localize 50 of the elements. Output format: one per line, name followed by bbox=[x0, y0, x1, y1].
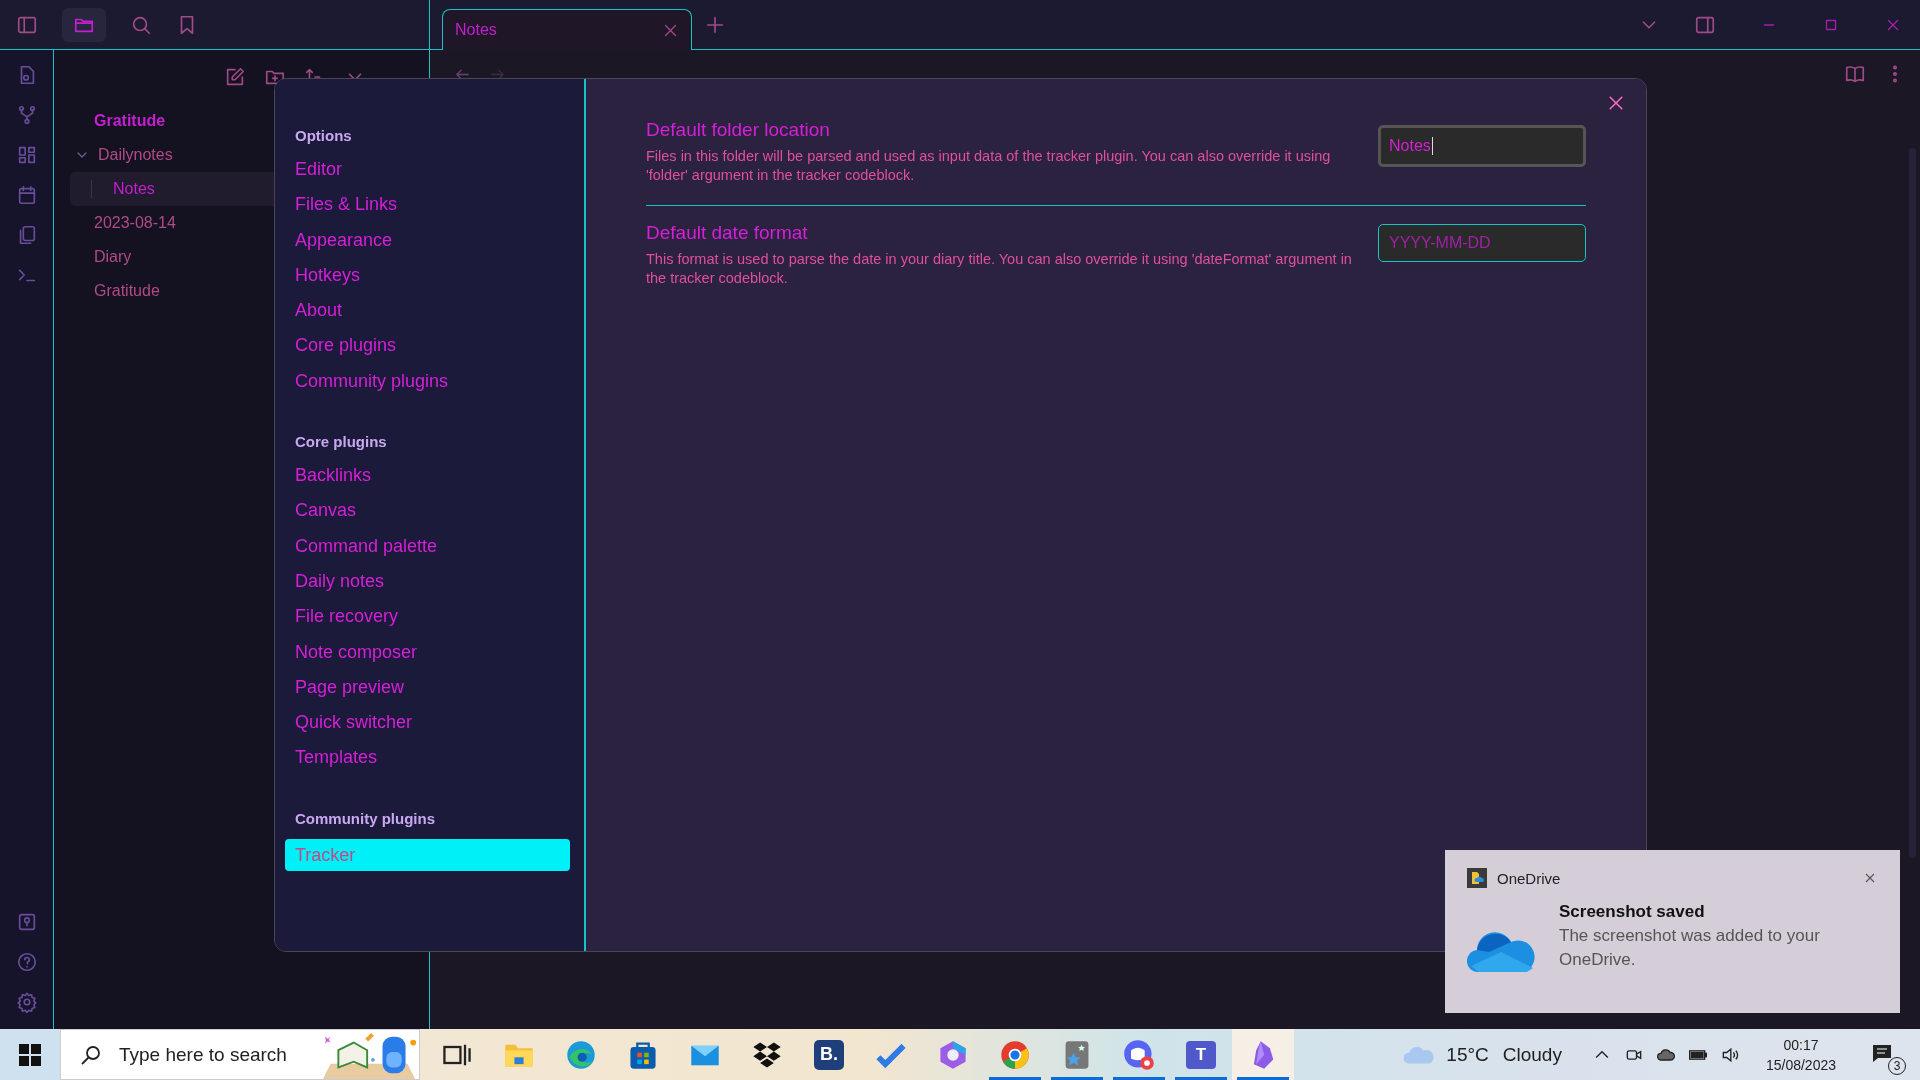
clock[interactable]: 00:17 15/08/2023 bbox=[1765, 1034, 1836, 1075]
text-field[interactable]: Notes bbox=[1378, 125, 1586, 167]
setting-description: Files in this folder will be parsed and used as input data of the tracker plugin. You can also override it using 'folder' argument in the tracker codeblock. bbox=[646, 147, 1332, 185]
windows-logo-icon bbox=[19, 1043, 41, 1066]
settings-nav-item[interactable]: Appearance bbox=[285, 222, 570, 258]
teams-app-icon: T bbox=[1186, 1040, 1216, 1069]
book-icon[interactable] bbox=[1844, 63, 1866, 85]
setting-description: This format is used to parse the date in your diary title. You can also override it using 'dateFormat' argument in the tracker codeblock. bbox=[646, 250, 1353, 288]
settings-nav-item[interactable]: Community plugins bbox=[285, 363, 570, 400]
notification-center-button[interactable]: 3 bbox=[1866, 1034, 1906, 1075]
settings-nav-item[interactable]: Tracker bbox=[285, 838, 570, 871]
settings-section-heading: Core plugins bbox=[294, 432, 388, 453]
notification-title: Screenshot saved bbox=[1559, 902, 1706, 922]
settings-section-heading: Options bbox=[294, 126, 353, 146]
notification-count: 3 bbox=[1888, 1056, 1906, 1075]
settings-nav-item[interactable]: Core plugins bbox=[285, 328, 570, 364]
onedrive-app-icon bbox=[1467, 868, 1487, 888]
notification-app-name: OneDrive bbox=[1497, 869, 1561, 887]
start-button[interactable] bbox=[0, 1029, 60, 1080]
settings-nav-item[interactable]: About bbox=[285, 293, 570, 329]
settings-nav-item[interactable]: Daily notes bbox=[285, 563, 570, 600]
settings-nav-item[interactable]: Note composer bbox=[285, 634, 570, 670]
temperature: 15°C bbox=[1446, 1043, 1489, 1066]
settings-nav-item[interactable]: Hotkeys bbox=[285, 257, 570, 294]
notification-message: The screenshot was added to your OneDrive. bbox=[1559, 925, 1821, 971]
setting-name: Default date format bbox=[646, 222, 809, 244]
booking-app-icon: B. bbox=[814, 1039, 844, 1070]
settings-nav-item[interactable]: Backlinks bbox=[285, 458, 570, 494]
taskbar-search-field[interactable]: Type here to search bbox=[60, 1029, 420, 1080]
date: 15/08/2023 bbox=[1765, 1055, 1836, 1075]
new-note-icon[interactable] bbox=[224, 66, 246, 88]
taskbar-app-button[interactable]: B. bbox=[798, 1029, 860, 1080]
settings-section-heading: Community plugins bbox=[294, 808, 436, 829]
weather-condition: Cloudy bbox=[1502, 1043, 1562, 1066]
text-field[interactable]: YYYY-MM-DD bbox=[1378, 224, 1586, 262]
settings-nav-item[interactable]: Canvas bbox=[285, 493, 570, 529]
settings-nav-item[interactable]: Templates bbox=[285, 740, 570, 776]
weather-widget[interactable]: 15°C Cloudy bbox=[1402, 1043, 1562, 1066]
setting-name: Default folder location bbox=[646, 119, 831, 141]
settings-nav-item[interactable]: Page preview bbox=[285, 669, 570, 706]
swirl-icon bbox=[565, 1038, 597, 1071]
settings-icon[interactable] bbox=[15, 991, 38, 1013]
settings-nav-item[interactable]: File recovery bbox=[285, 599, 570, 635]
chrome-logo-icon bbox=[999, 1038, 1031, 1071]
settings-nav-item[interactable]: Command palette bbox=[285, 528, 570, 564]
tab[interactable]: Notes bbox=[442, 9, 692, 50]
help-icon[interactable] bbox=[15, 951, 38, 973]
settings-nav-item[interactable]: Quick switcher bbox=[285, 705, 570, 741]
taskbar-app-button[interactable]: T bbox=[1170, 1029, 1232, 1080]
time: 00:17 bbox=[1783, 1035, 1819, 1055]
